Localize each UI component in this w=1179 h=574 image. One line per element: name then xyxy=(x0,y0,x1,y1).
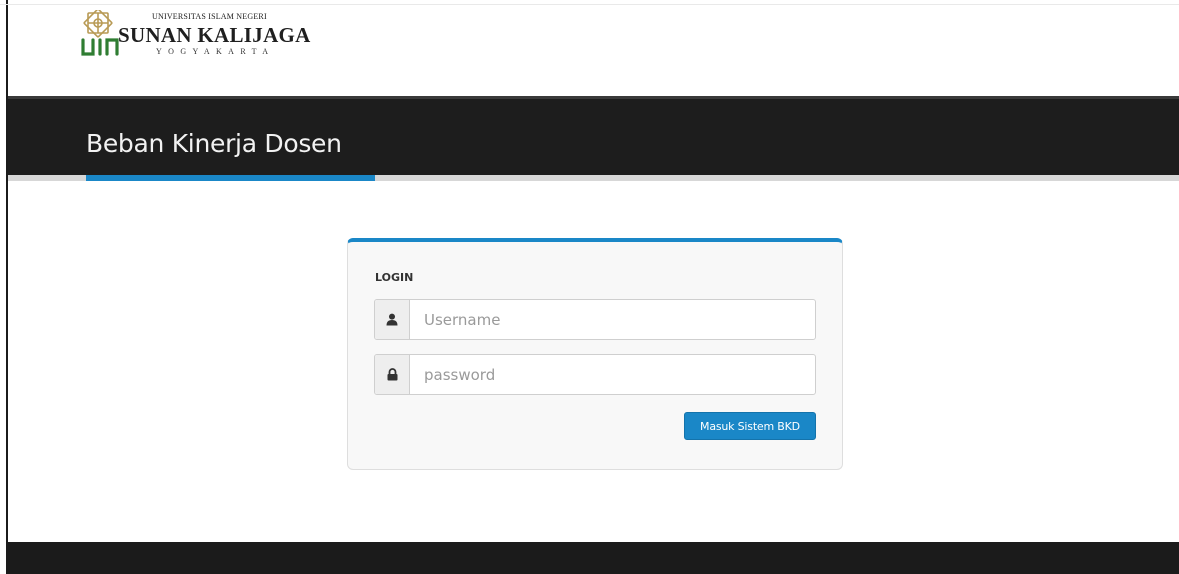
logo-line-3: YOGYAKARTA xyxy=(156,47,275,56)
header-accent-bar xyxy=(86,175,375,181)
login-submit-button[interactable]: Masuk Sistem BKD xyxy=(684,412,816,440)
logo-line-1: UNIVERSITAS ISLAM NEGERI xyxy=(152,12,267,21)
left-border xyxy=(6,0,8,574)
username-input[interactable] xyxy=(410,300,815,339)
user-icon xyxy=(386,313,398,326)
page-title: Beban Kinerja Dosen xyxy=(86,129,342,158)
header-band: Beban Kinerja Dosen xyxy=(8,96,1179,175)
logo-line-2: SUNAN KALIJAGA xyxy=(118,23,311,47)
university-logo: UNIVERSITAS ISLAM NEGERI SUNAN KALIJAGA … xyxy=(80,10,320,64)
password-input-group xyxy=(374,354,816,395)
login-heading: LOGIN xyxy=(375,271,414,284)
password-addon xyxy=(375,355,410,394)
login-panel: LOGIN Masuk Sistem BKD xyxy=(347,238,843,470)
lock-icon xyxy=(387,368,397,381)
username-input-group xyxy=(374,299,816,340)
password-input[interactable] xyxy=(410,355,815,394)
top-hairline xyxy=(0,4,1179,5)
footer-bar xyxy=(8,542,1179,574)
username-addon xyxy=(375,300,410,339)
